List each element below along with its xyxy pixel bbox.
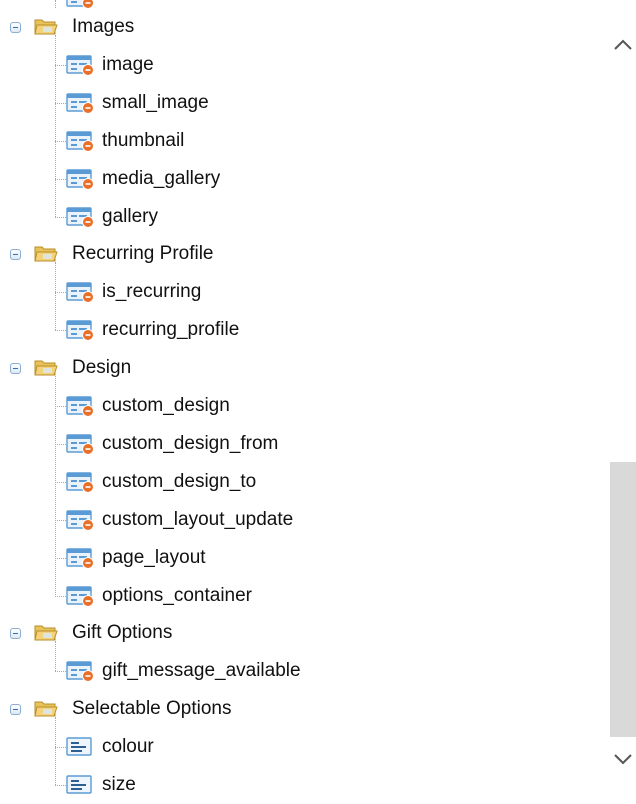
- tree-connector: [55, 595, 66, 597]
- tree-connector: [55, 330, 66, 332]
- tree-item-label: is_recurring: [102, 281, 202, 303]
- tree-connector: [55, 216, 66, 218]
- tree-connector: [55, 102, 66, 104]
- vertical-scrollbar[interactable]: [610, 0, 636, 796]
- attribute-field-icon: [66, 547, 96, 569]
- tree-item-label: custom_design: [102, 395, 230, 416]
- tree-item-recurring-profile[interactable]: recurring_profile: [0, 311, 600, 349]
- tree-connector: [55, 747, 66, 749]
- tree-connector: [55, 443, 66, 445]
- attribute-field-icon: [66, 471, 96, 493]
- tree-connector: [55, 671, 66, 673]
- collapse-toggle-icon[interactable]: [10, 628, 21, 640]
- tree-connector: [55, 406, 66, 407]
- tree-connector: [55, 178, 66, 180]
- tree-item-custom-design-to[interactable]: custom_design_to: [0, 463, 600, 501]
- scrollbar-thumb[interactable]: [610, 462, 636, 737]
- attribute-field-icon: [66, 168, 96, 190]
- tree-group-selectable-options[interactable]: Selectable Options: [0, 690, 600, 728]
- attribute-tree: Images image small_image thumbnail media_gal…: [0, 0, 600, 796]
- tree-item-image[interactable]: image: [0, 46, 600, 84]
- tree-item-label: page_layout: [102, 546, 206, 568]
- tree-item-is-recurring[interactable]: is_recurring: [0, 273, 600, 311]
- tree-item-label: gallery: [102, 205, 158, 227]
- attribute-field-icon: [66, 585, 96, 607]
- collapse-toggle-icon[interactable]: [10, 704, 21, 716]
- folder-open-icon: [34, 358, 58, 377]
- tree-item-options-container[interactable]: options_container: [0, 577, 600, 615]
- attribute-field-icon: [66, 130, 96, 152]
- tree-group-design[interactable]: Design: [0, 349, 600, 387]
- option-field-icon: [66, 774, 96, 796]
- tree-connector: [55, 64, 66, 66]
- attribute-field-icon: [66, 319, 96, 342]
- attribute-field-icon: [66, 92, 96, 114]
- tree-group-recurring-profile[interactable]: Recurring Profile: [0, 235, 600, 273]
- tree-item-label: recurring_profile: [102, 319, 240, 341]
- tree-connector: [55, 0, 56, 8]
- folder-open-icon: [34, 244, 58, 263]
- collapse-toggle-icon[interactable]: [10, 249, 21, 261]
- tree-item-label: media_gallery: [102, 167, 221, 189]
- tree-item-label: gift_message_available: [102, 660, 301, 682]
- attribute-field-icon: [66, 206, 96, 228]
- tree-item-label: image: [102, 53, 154, 75]
- tree-item-label: options_container: [102, 584, 252, 606]
- tree-item-custom-layout-update[interactable]: custom_layout_update: [0, 501, 600, 539]
- tree-group-label: Images: [72, 16, 135, 37]
- attribute-field-icon: [66, 281, 96, 304]
- tree-item-label: thumbnail: [102, 129, 185, 151]
- folder-open-icon: [34, 699, 58, 718]
- tree-connector: [55, 140, 66, 142]
- tree-item-label: custom_layout_update: [102, 508, 294, 530]
- tree-item-gift-message-available[interactable]: gift_message_available: [0, 652, 600, 690]
- tree-connector: [55, 292, 66, 294]
- collapse-toggle-icon[interactable]: [10, 363, 21, 375]
- attribute-field-icon: [66, 509, 96, 531]
- tree-item-label: custom_design_to: [102, 470, 257, 492]
- tree-item-page-layout[interactable]: page_layout: [0, 539, 600, 577]
- tree-item-thumbnail[interactable]: thumbnail: [0, 122, 600, 160]
- tree-group-gift-options[interactable]: Gift Options: [0, 614, 600, 652]
- tree-connector: [55, 519, 66, 521]
- tree-item-size[interactable]: size: [0, 766, 600, 804]
- tree-item-label: small_image: [102, 91, 209, 113]
- attribute-field-icon: [66, 395, 96, 417]
- scroll-down-arrow-icon[interactable]: [613, 752, 633, 766]
- tree-group-label: Selectable Options: [72, 698, 232, 720]
- tree-item-colour[interactable]: colour: [0, 728, 600, 766]
- tree-connector: [55, 481, 66, 483]
- tree-connector: [55, 785, 66, 786]
- tree-group-label: Recurring Profile: [72, 243, 214, 265]
- attribute-field-icon: [66, 433, 96, 455]
- tree-item-small-image[interactable]: small_image: [0, 84, 600, 122]
- attribute-field-icon: [66, 54, 96, 76]
- folder-open-icon: [34, 17, 58, 36]
- tree-connector: [55, 557, 66, 559]
- tree-item-custom-design-from[interactable]: custom_design_from: [0, 425, 600, 463]
- tree-item-media-gallery[interactable]: media_gallery: [0, 160, 600, 198]
- folder-open-icon: [34, 623, 58, 642]
- tree-group-label: Design: [72, 357, 132, 379]
- tree-group-label: Gift Options: [72, 622, 173, 644]
- tree-item-label: custom_design_from: [102, 432, 279, 454]
- attribute-field-icon: [66, 660, 96, 683]
- tree-item-gallery[interactable]: gallery: [0, 198, 600, 236]
- tree-item-label: size: [102, 774, 136, 795]
- collapse-toggle-icon[interactable]: [10, 22, 21, 33]
- tree-item-label: colour: [102, 736, 154, 758]
- tree-group-images[interactable]: Images: [0, 8, 600, 46]
- option-field-icon: [66, 736, 96, 758]
- scroll-up-arrow-icon[interactable]: [613, 38, 633, 52]
- tree-item-custom-design[interactable]: custom_design: [0, 387, 600, 425]
